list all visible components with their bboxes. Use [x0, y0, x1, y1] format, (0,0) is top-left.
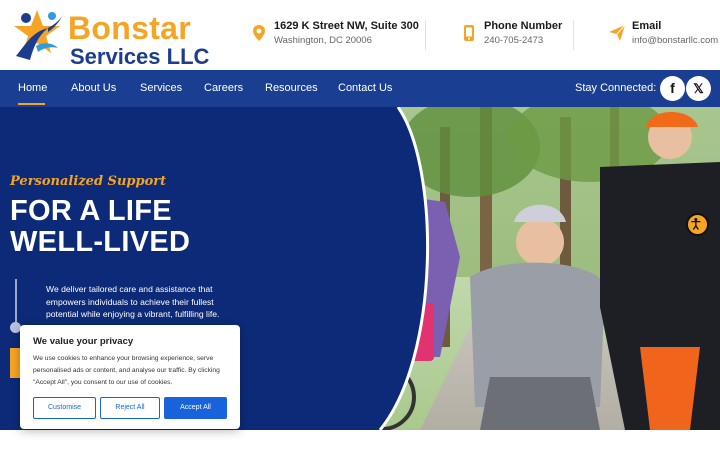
contact-phone: Phone Number 240-705-2473 — [460, 20, 570, 52]
nav-careers[interactable]: Careers — [204, 70, 243, 107]
x-twitter-icon: 𝕏 — [693, 81, 704, 96]
nav-active-indicator — [18, 103, 45, 105]
hero-headline: FOR A LIFE WELL-LIVED — [10, 196, 190, 258]
accessibility-button[interactable] — [686, 213, 709, 236]
logo-star-person-icon — [14, 10, 64, 60]
nav-resources[interactable]: Resources — [265, 70, 318, 107]
paper-plane-icon — [609, 24, 626, 41]
nav-about-us[interactable]: About Us — [71, 70, 116, 107]
facebook-icon: f — [670, 80, 675, 96]
reject-all-button[interactable]: Reject All — [100, 397, 160, 419]
x-twitter-button[interactable]: 𝕏 — [686, 76, 711, 101]
contact-address: 1629 K Street NW, Suite 300 Washington, … — [250, 20, 420, 52]
accept-all-button[interactable]: Accept All — [164, 397, 227, 419]
hero-headline-line2: WELL-LIVED — [10, 226, 191, 258]
nav-home[interactable]: Home — [18, 70, 47, 107]
phone-icon — [464, 25, 474, 41]
hero-description: We deliver tailored care and assistance … — [46, 284, 220, 320]
address-title: 1629 K Street NW, Suite 300 — [274, 20, 419, 32]
phone-title: Phone Number — [484, 20, 563, 32]
location-pin-icon — [253, 25, 265, 41]
customise-button[interactable]: Customise — [33, 397, 96, 419]
address-value: Washington, DC 20006 — [274, 35, 372, 46]
main-nav: Home About Us Services Careers Resources… — [0, 70, 720, 107]
hero-headline-line1: FOR A LIFE — [10, 195, 172, 227]
cookie-consent-banner: We value your privacy We use cookies to … — [20, 325, 240, 429]
logo-line2: Services LLC — [70, 44, 210, 69]
header-divider — [425, 20, 426, 50]
contact-email: Email info@bonstarllc.com — [608, 20, 718, 52]
cookie-title: We value your privacy — [33, 336, 134, 347]
cookie-text: We use cookies to enhance your browsing … — [33, 355, 220, 386]
nav-services[interactable]: Services — [140, 70, 182, 107]
email-value[interactable]: info@bonstarllc.com — [632, 35, 718, 46]
stay-connected-label: Stay Connected: — [575, 82, 657, 94]
top-header: Bonstar Services LLC 1629 K Street NW, S… — [0, 0, 720, 70]
nav-contact-us[interactable]: Contact Us — [338, 70, 392, 107]
facebook-button[interactable]: f — [660, 76, 685, 101]
site-logo[interactable]: Bonstar Services LLC — [8, 6, 213, 69]
page: Bonstar Services LLC 1629 K Street NW, S… — [0, 0, 720, 450]
phone-value[interactable]: 240-705-2473 — [484, 35, 543, 46]
hero-vertical-line — [15, 279, 17, 327]
header-divider — [573, 20, 574, 50]
hero-kicker: Personalized Support — [10, 174, 167, 189]
logo-line1: Bonstar — [68, 10, 192, 46]
email-title: Email — [632, 20, 662, 32]
page-bottom — [0, 430, 720, 450]
accessibility-icon — [691, 218, 701, 230]
